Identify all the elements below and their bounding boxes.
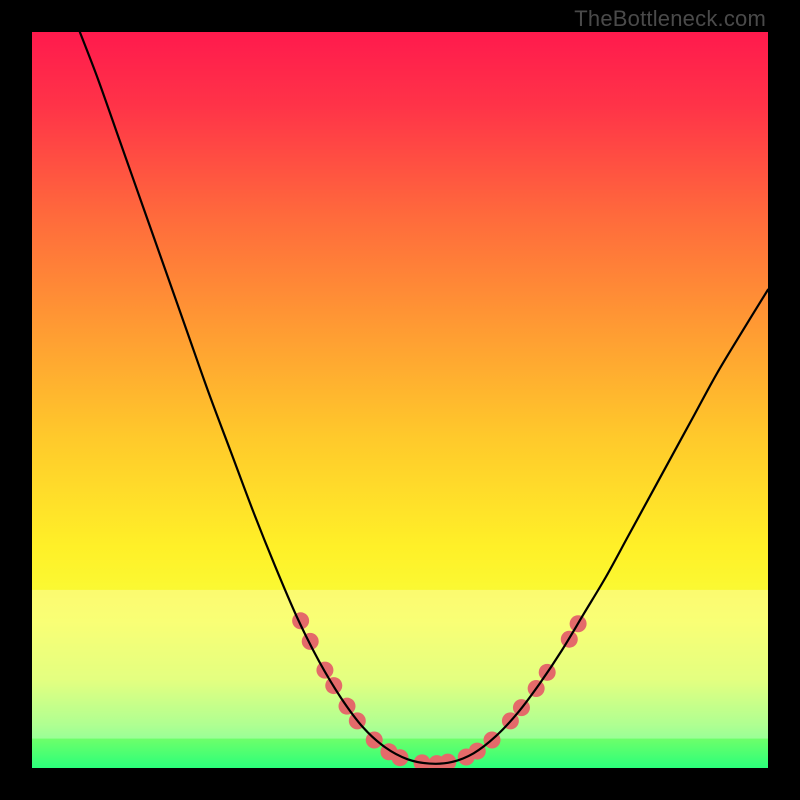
watermark-text: TheBottleneck.com: [574, 6, 766, 32]
chart-svg: [32, 32, 768, 768]
highlight-band: [32, 590, 768, 739]
chart-frame: [32, 32, 768, 768]
curve-marker: [302, 633, 319, 650]
